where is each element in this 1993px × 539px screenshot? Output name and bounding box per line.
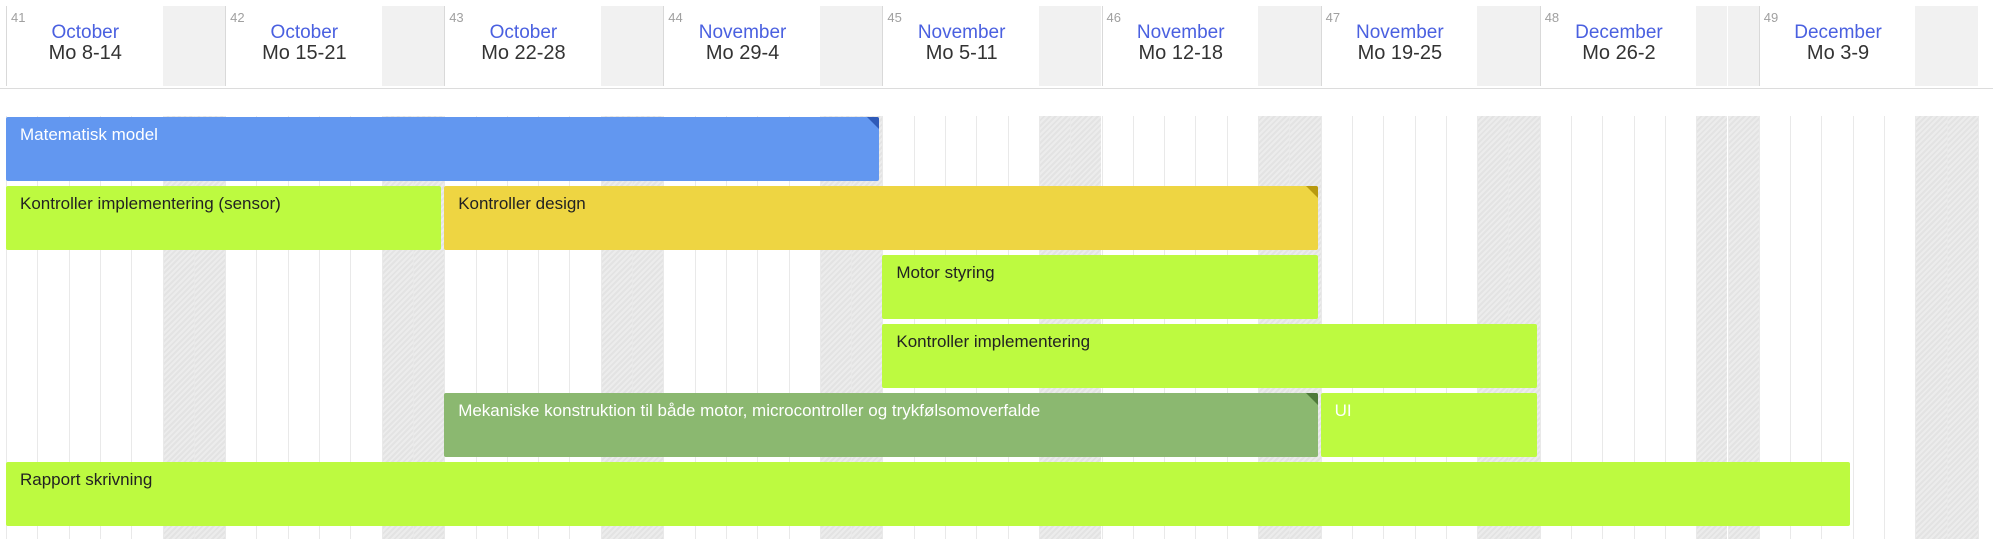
week-number: 42 <box>230 10 245 25</box>
task-corner-marker <box>1305 186 1318 198</box>
task-label: Kontroller implementering (sensor) <box>20 194 281 213</box>
task-label: Rapport skrivning <box>20 470 153 489</box>
task-bar[interactable]: Rapport skrivning <box>6 462 1850 526</box>
week-month: October <box>51 22 120 43</box>
header-top-border <box>0 0 1993 6</box>
task-bar[interactable]: Kontroller design <box>444 186 1318 250</box>
timeline-top-band <box>0 88 1993 116</box>
task-bar[interactable]: Kontroller implementering <box>882 324 1537 388</box>
week-number: 48 <box>1544 10 1560 25</box>
week-number: 45 <box>887 10 902 25</box>
week-month: October <box>489 22 558 43</box>
task-label: Kontroller implementering <box>896 332 1091 351</box>
task-bar[interactable]: UI <box>1320 393 1537 457</box>
week-month: November <box>1356 22 1444 43</box>
timeline-header: 41 October Mo 8-14 42 October Mo 15-21 43 Octob… <box>0 0 1993 89</box>
week-date-range: Mo 19-25 <box>1357 42 1443 64</box>
week-date-range: Mo 5-11 <box>925 42 998 64</box>
task-corner-marker <box>1305 393 1318 405</box>
task-label: Mekaniske konstruktion til både motor, m… <box>458 401 1041 420</box>
week-header-cell: 41 October Mo 8-14 <box>6 6 225 86</box>
week-header-cell: 49 December Mo 3-9 <box>1758 6 1978 86</box>
day-column <box>1915 88 1947 539</box>
week-date-range: Mo 8-14 <box>48 42 122 64</box>
day-column <box>1977 88 1993 539</box>
week-date-range: Mo 3-9 <box>1806 42 1870 64</box>
task-label: Motor styring <box>896 263 995 282</box>
week-number: 46 <box>1106 10 1121 25</box>
week-month: November <box>698 22 787 43</box>
week-number: 49 <box>1763 10 1779 25</box>
task-label: Kontroller design <box>458 194 586 213</box>
task-bar[interactable]: Kontroller implementering (sensor) <box>6 186 442 250</box>
week-date-range: Mo 12-18 <box>1138 42 1224 64</box>
task-label: UI <box>1334 401 1352 420</box>
week-month: December <box>1575 22 1663 43</box>
week-header-cell: 44 November Mo 29-4 <box>663 6 882 86</box>
week-number: 41 <box>11 10 26 25</box>
week-month: October <box>270 22 339 43</box>
task-bar[interactable]: Matematisk model <box>6 117 880 181</box>
week-number: 44 <box>668 10 683 25</box>
week-month: November <box>917 22 1006 43</box>
week-header-cell: 43 October Mo 22-28 <box>444 6 663 86</box>
week-date-range: Mo 15-21 <box>262 42 347 64</box>
task-corner-marker <box>867 117 880 129</box>
week-date-range: Mo 29-4 <box>705 42 780 64</box>
task-bar[interactable]: Mekaniske konstruktion til både motor, m… <box>444 393 1318 457</box>
week-header-cell: 42 October Mo 15-21 <box>225 6 444 86</box>
day-column <box>1946 88 1978 539</box>
week-date-range: Mo 26-2 <box>1582 42 1656 64</box>
gantt-timeline[interactable]: 41 October Mo 8-14 42 October Mo 15-21 43 Octob… <box>0 0 1993 539</box>
day-column <box>1852 88 1884 539</box>
week-date-range: Mo 22-28 <box>481 42 566 64</box>
day-column <box>1884 88 1915 539</box>
task-label: Matematisk model <box>20 125 158 144</box>
week-number: 43 <box>449 10 464 25</box>
week-header-cell: 47 November Mo 19-25 <box>1320 6 1540 86</box>
week-header-cell: 45 November Mo 5-11 <box>882 6 1101 86</box>
week-month: November <box>1136 22 1225 43</box>
week-month: December <box>1794 22 1882 43</box>
week-header-cell: 46 November Mo 12-18 <box>1101 6 1321 86</box>
week-number: 47 <box>1325 10 1341 25</box>
week-header-cell: 48 December Mo 26-2 <box>1539 6 1759 86</box>
task-bar[interactable]: Motor styring <box>882 255 1318 319</box>
